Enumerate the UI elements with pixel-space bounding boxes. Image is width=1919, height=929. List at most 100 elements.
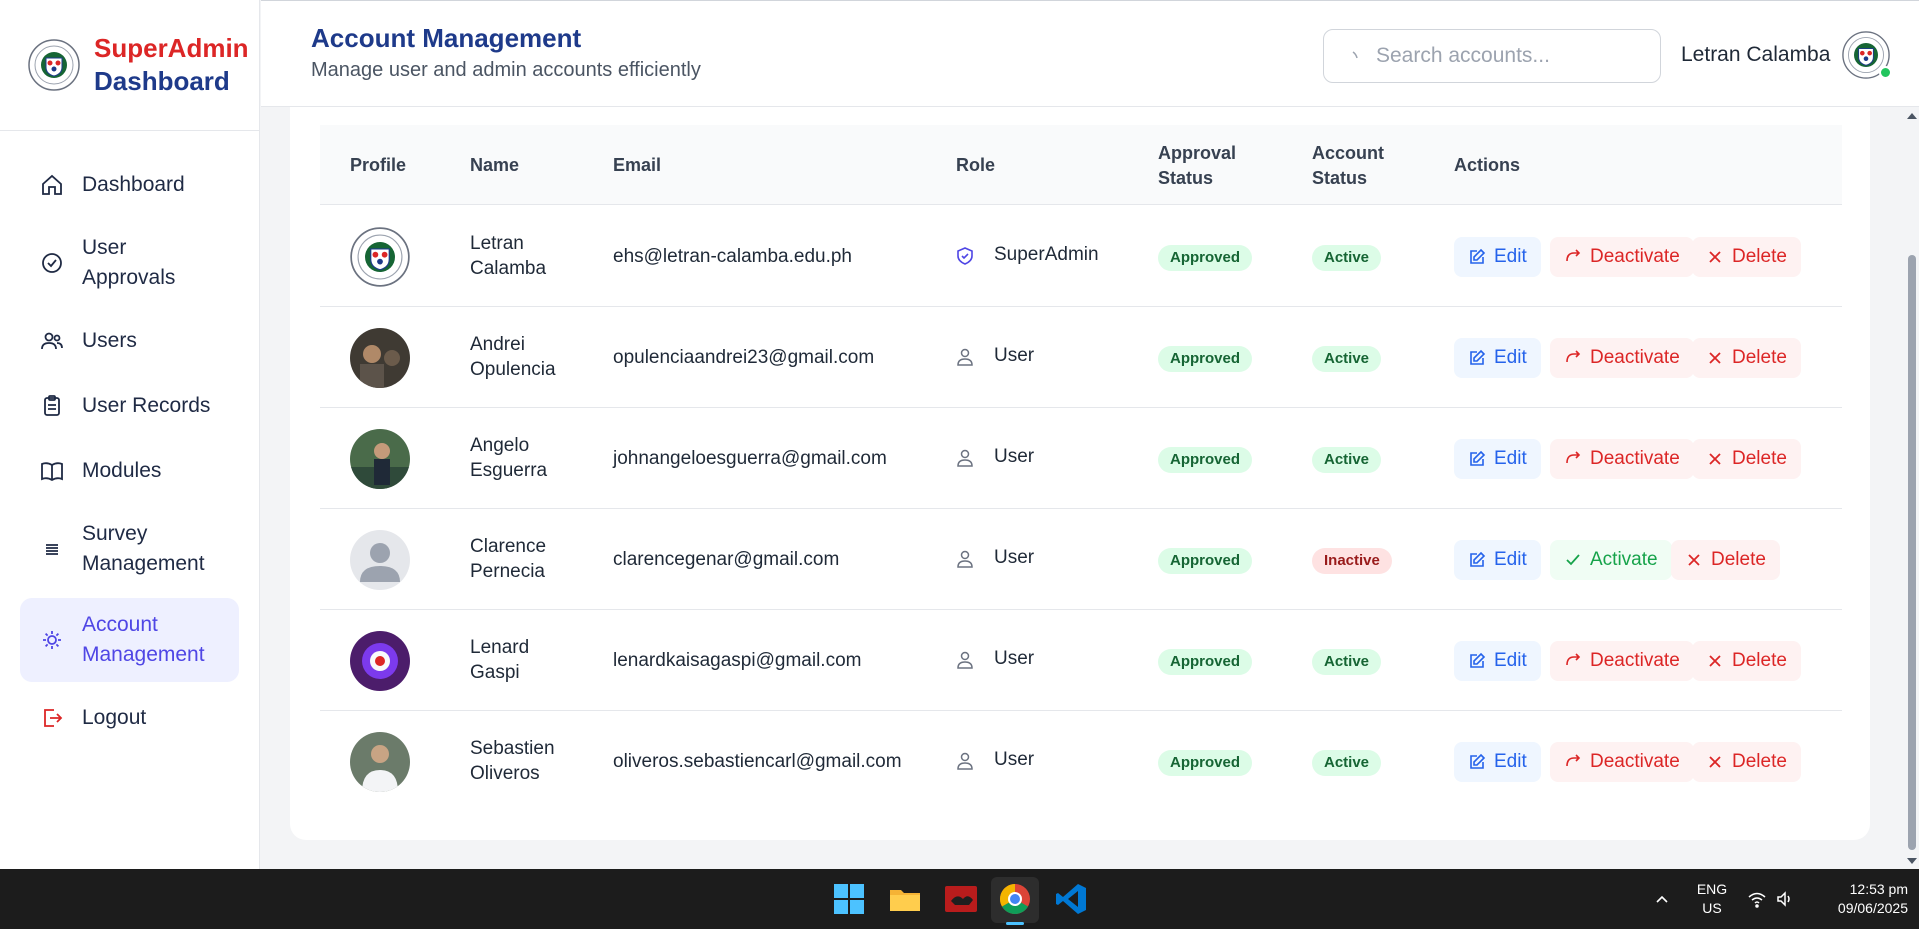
profile-avatar [350, 328, 410, 388]
scroll-up-arrow-icon[interactable] [1906, 110, 1918, 122]
deactivate-button[interactable]: Deactivate [1550, 237, 1694, 277]
volume-icon[interactable] [1775, 890, 1795, 908]
deactivate-button[interactable]: Deactivate [1550, 439, 1694, 479]
delete-button[interactable]: Delete [1692, 237, 1801, 277]
clock[interactable]: 12:53 pm 09/06/2025 [1808, 880, 1908, 918]
close-icon [1709, 453, 1721, 465]
user-email: clarencegenar@gmail.com [613, 549, 840, 570]
deactivate-button-label: Deactivate [1590, 650, 1680, 671]
sidebar-item-users[interactable]: Users [20, 312, 239, 370]
chevron-up-icon[interactable] [1654, 891, 1670, 907]
profile-avatar [350, 429, 410, 489]
brand-subtitle: Dashboard [94, 66, 230, 96]
edit-icon [1470, 349, 1486, 365]
user-role: User [994, 749, 1035, 770]
edit-button[interactable]: Edit [1454, 338, 1541, 378]
approval-badge: Approved [1158, 245, 1253, 271]
red-app-icon[interactable] [943, 881, 979, 917]
sidebar-nav: Dashboard User Approvals Users User Reco… [0, 131, 259, 747]
close-icon [1709, 352, 1721, 364]
user-name: Clarence Pernecia [470, 536, 547, 582]
scroll-down-arrow-icon[interactable] [1906, 855, 1918, 867]
edit-button[interactable]: Edit [1454, 540, 1541, 580]
vscode-icon[interactable] [1053, 881, 1089, 917]
delete-button[interactable]: Delete [1692, 641, 1801, 681]
deactivate-button[interactable]: Deactivate [1550, 338, 1694, 378]
user-email: johnangeloesguerra@gmail.com [613, 448, 887, 469]
sidebar-item-account-management[interactable]: Account Management [20, 598, 239, 682]
user-role: User [994, 446, 1035, 467]
deactivate-icon [1566, 451, 1581, 464]
deactivate-button[interactable]: Deactivate [1550, 742, 1694, 782]
header-actions: Actions [1454, 155, 1521, 175]
sidebar-item-user-approvals[interactable]: User Approvals [20, 221, 239, 305]
user-name: Sebastien Oliveros [470, 738, 555, 784]
edit-button-label: Edit [1494, 549, 1527, 570]
sidebar-item-label: Modules [82, 459, 162, 482]
edit-button[interactable]: Edit [1454, 237, 1541, 277]
sidebar-item-survey-management[interactable]: Survey Management [20, 507, 239, 591]
user-role: User [994, 648, 1035, 669]
sidebar-item-label: Account Management [82, 613, 205, 666]
user-icon [957, 651, 973, 669]
delete-button-label: Delete [1711, 549, 1766, 570]
status-badge: Inactive [1312, 548, 1392, 574]
photo-avatar-icon [350, 631, 410, 691]
logout-icon [44, 709, 63, 727]
user-cog-icon [43, 631, 61, 649]
delete-button[interactable]: Delete [1692, 439, 1801, 479]
edit-button-label: Edit [1494, 650, 1527, 671]
school-seal-logo [28, 39, 80, 91]
deactivate-icon [1566, 754, 1581, 767]
edit-button[interactable]: Edit [1454, 641, 1541, 681]
sidebar-item-label: User Records [82, 394, 211, 417]
header-profile: Profile [350, 155, 407, 175]
table-row: Lenard Gaspi lenardkaisagaspi@gmail.com … [320, 610, 1842, 711]
search-box[interactable] [1323, 29, 1661, 83]
page-title: Account Management [311, 23, 582, 53]
delete-button[interactable]: Delete [1692, 338, 1801, 378]
delete-button[interactable]: Delete [1671, 540, 1780, 580]
list-icon [46, 544, 58, 555]
deactivate-button[interactable]: Deactivate [1550, 641, 1694, 681]
scrollbar-thumb[interactable] [1908, 255, 1916, 850]
edit-button[interactable]: Edit [1454, 742, 1541, 782]
status-badge: Active [1312, 447, 1382, 473]
users-icon [41, 332, 63, 350]
windows-start-icon[interactable] [831, 881, 867, 917]
language-code: ENG [1696, 881, 1728, 897]
sidebar-item-logout[interactable]: Logout [20, 689, 239, 747]
user-name: Letran Calamba [470, 233, 547, 279]
active-app-indicator [1006, 922, 1024, 925]
sidebar-item-label: User Approvals [82, 236, 176, 289]
edit-button[interactable]: Edit [1454, 439, 1541, 479]
chrome-icon[interactable] [997, 881, 1033, 917]
avatar[interactable] [1842, 31, 1892, 79]
delete-button[interactable]: Delete [1692, 742, 1801, 782]
user-role: SuperAdmin [994, 244, 1099, 265]
close-icon [1709, 756, 1721, 768]
user-icon [957, 550, 973, 568]
school-seal-icon [350, 227, 410, 287]
table-row: Andrei Opulencia opulenciaandrei23@gmail… [320, 307, 1842, 408]
header-approval-status: Approval Status [1158, 143, 1237, 188]
close-icon [1688, 554, 1700, 566]
profile-avatar [350, 732, 410, 792]
user-role: User [994, 345, 1035, 366]
delete-button-label: Delete [1732, 347, 1787, 368]
language-indicator[interactable]: ENG US [1692, 880, 1732, 918]
sidebar-item-modules[interactable]: Modules [20, 442, 239, 500]
activate-button[interactable]: Activate [1550, 540, 1672, 580]
table-row: Letran Calamba ehs@letran-calamba.edu.ph… [320, 206, 1842, 307]
sidebar-item-user-records[interactable]: User Records [20, 377, 239, 435]
header-account-status: Account Status [1312, 143, 1384, 188]
brand: SuperAdmin Dashboard [0, 0, 259, 131]
file-explorer-icon[interactable] [887, 881, 923, 917]
edit-icon [1470, 753, 1486, 769]
user-name: Angelo Esguerra [470, 435, 548, 481]
wifi-icon[interactable] [1747, 890, 1767, 908]
search-input[interactable] [1376, 44, 1646, 68]
sidebar-item-dashboard[interactable]: Dashboard [20, 156, 239, 214]
deactivate-button-label: Deactivate [1590, 246, 1680, 267]
edit-button-label: Edit [1494, 246, 1527, 267]
